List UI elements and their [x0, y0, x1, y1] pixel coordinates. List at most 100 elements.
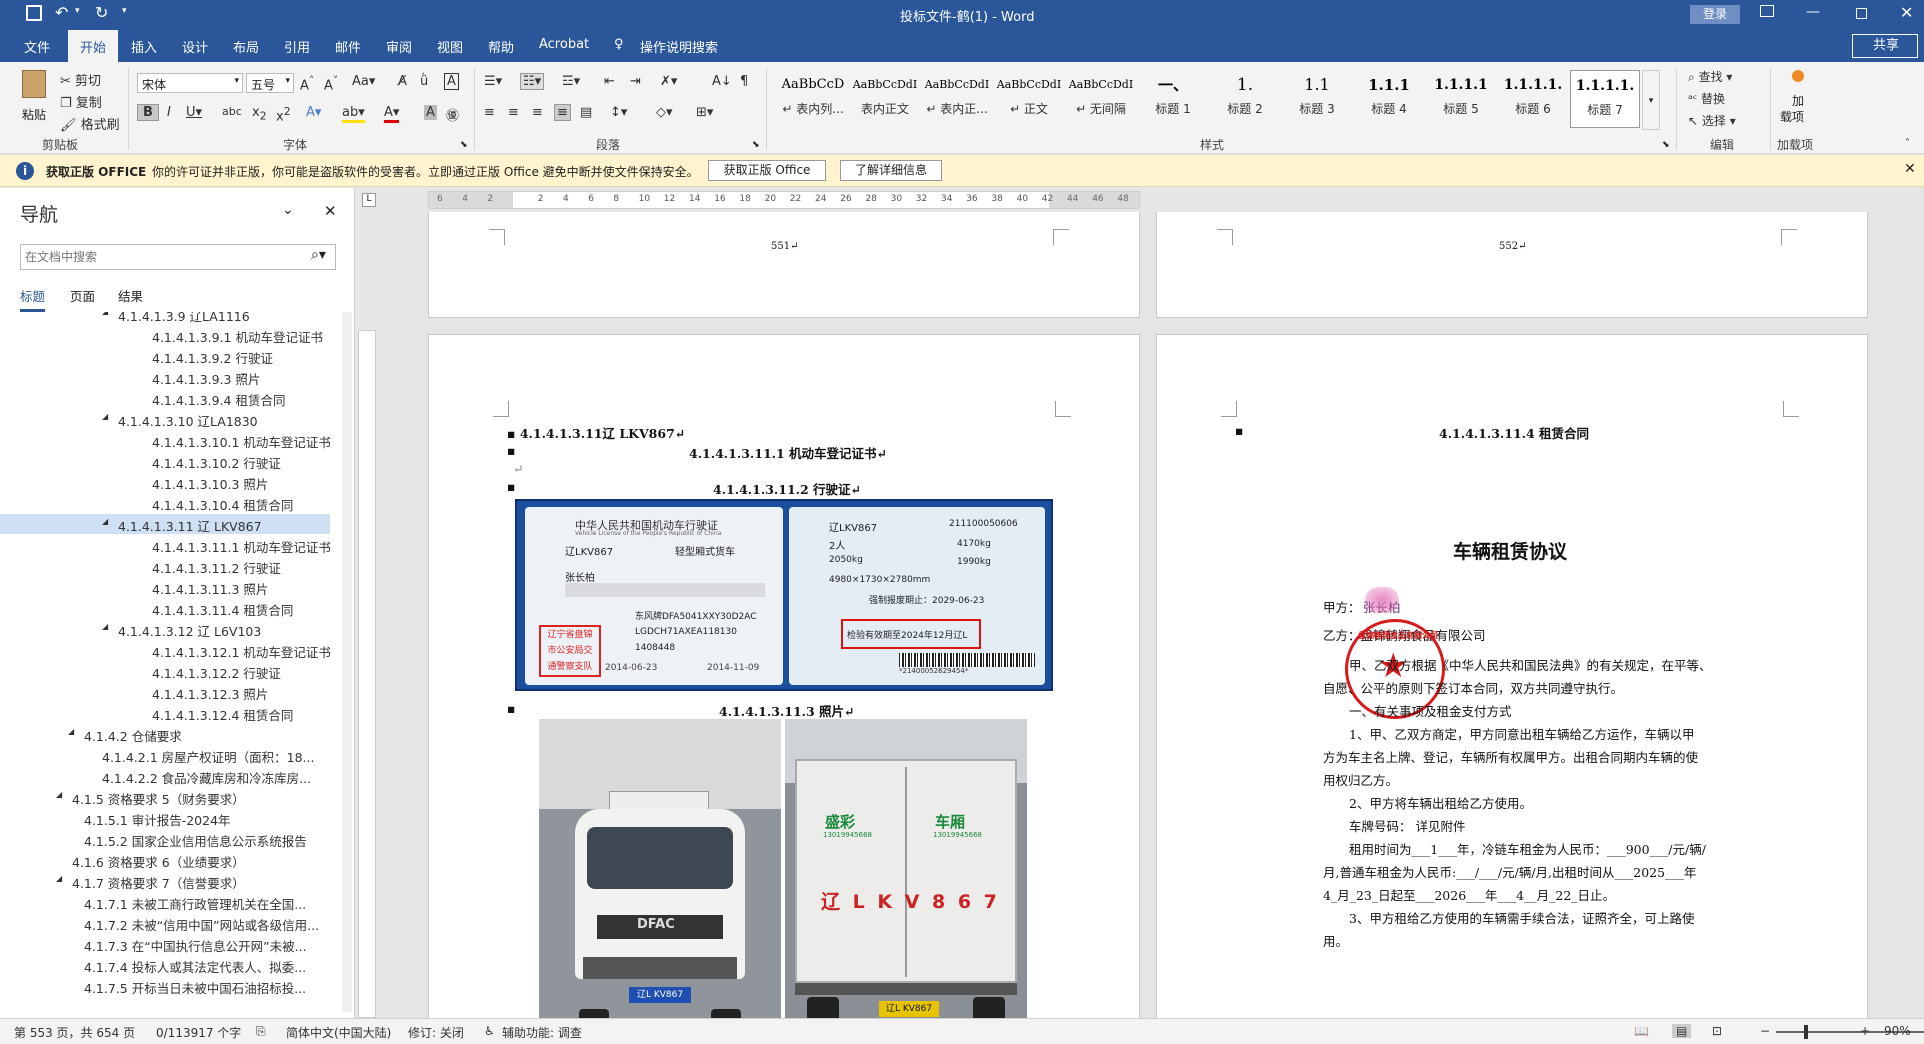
get-genuine-button[interactable]: 获取正版 Office — [708, 160, 826, 181]
word-count[interactable]: 0/113917 个字 — [156, 1024, 241, 1041]
font-size-select[interactable]: 五号 ▾ — [246, 73, 294, 93]
zoom-slider-thumb[interactable] — [1804, 1025, 1808, 1039]
nav-tab-pages[interactable]: 页面 — [70, 286, 95, 305]
nav-heading-item[interactable]: 4.1.4.1.3.10.2 行驶证 — [0, 451, 330, 471]
styles-more-icon[interactable]: ▾ — [1642, 70, 1660, 130]
nav-search-input[interactable] — [25, 248, 295, 266]
expand-caret-icon[interactable]: ◢ — [102, 517, 108, 526]
tab-mailings[interactable]: 邮件 — [335, 37, 361, 56]
share-button[interactable]: 共享 — [1852, 34, 1918, 58]
nav-heading-item[interactable]: 4.1.4.1.3.12.3 照片 — [0, 682, 330, 702]
expand-caret-icon[interactable]: ◢ — [56, 874, 62, 883]
nav-heading-item[interactable]: 4.1.7.3 在“中国执行信息公开网”未被... — [0, 934, 330, 954]
nav-heading-item[interactable]: 4.1.4.1.3.10.1 机动车登记证书 — [0, 430, 331, 450]
nav-heading-item[interactable]: ◢ 4.1.7 资格要求 7（信誉要求） — [0, 871, 330, 891]
highlight-icon[interactable]: ab▾ — [342, 105, 365, 123]
customize-qat-icon[interactable]: ▾ — [122, 6, 127, 16]
tab-layout[interactable]: 布局 — [233, 37, 259, 56]
ruler-toggle-icon[interactable]: L — [362, 193, 376, 207]
page-552[interactable]: 552↵ — [1156, 212, 1868, 318]
nav-heading-item[interactable]: ◢ 4.1.4.1.3.10 辽LA1830 — [0, 409, 330, 429]
nav-heading-item[interactable]: 4.1.7.5 开标当日未被中国石油招标投... — [0, 976, 330, 996]
font-color-icon[interactable]: A▾ — [384, 105, 400, 123]
nav-heading-item[interactable]: 4.1.4.1.3.9.1 机动车登记证书 — [0, 325, 330, 345]
nav-heading-item[interactable]: 4.1.4.1.3.9.3 照片 — [0, 367, 330, 387]
track-changes[interactable]: 修订: 关闭 — [408, 1024, 464, 1041]
nav-heading-item[interactable]: 4.1.4.2.1 房屋产权证明（面积：18... — [0, 745, 330, 765]
tab-home[interactable]: 开始 — [68, 30, 119, 62]
page-554[interactable]: ▪ 4.1.4.1.3.11.4 租赁合同 车辆租赁协议 甲方： 张长柏 乙方：… — [1156, 334, 1868, 1018]
style-item[interactable]: AaBbCcDdI ↵ 表内正... — [922, 70, 992, 128]
select-button[interactable]: ↖ 选择 ▾ — [1688, 112, 1736, 129]
truck-front-photo[interactable]: DFAC 辽L KV867 — [539, 719, 781, 1018]
clear-format-icon[interactable]: A̸ — [398, 74, 407, 89]
learn-more-button[interactable]: 了解详细信息 — [840, 160, 942, 181]
underline-button[interactable]: U▾ — [186, 105, 202, 120]
nav-heading-item[interactable]: 4.1.4.1.3.11.3 照片 — [0, 577, 330, 597]
justify-icon[interactable]: ≡ — [554, 104, 571, 121]
zoom-level[interactable]: 90% — [1884, 1024, 1911, 1038]
show-marks-icon[interactable]: ¶ — [740, 74, 748, 89]
bullets-icon[interactable]: ☰▾ — [484, 74, 502, 89]
distributed-icon[interactable]: ▤ — [580, 105, 592, 120]
close-notice-icon[interactable]: ✕ — [1904, 161, 1916, 177]
increase-indent-icon[interactable]: ⇥ — [630, 74, 641, 89]
page-553[interactable]: ▪ 4.1.4.1.3.11辽 LKV867↵ ▪ 4.1.4.1.3.11.1… — [428, 334, 1140, 1018]
nav-heading-item[interactable]: ◢ 4.1.4.1.3.12 辽 L6V103 — [0, 619, 330, 639]
web-layout-icon[interactable]: ⊡ — [1712, 1024, 1722, 1038]
tab-review[interactable]: 审阅 — [386, 37, 412, 56]
find-button[interactable]: ⌕ 查找 ▾ — [1688, 68, 1732, 85]
grow-font-icon[interactable]: A˄ — [300, 74, 314, 93]
tab-help[interactable]: 帮助 — [488, 37, 514, 56]
copy-button[interactable]: ❐ 复制 — [60, 92, 102, 111]
nav-tab-results[interactable]: 结果 — [118, 286, 143, 305]
sort-icon[interactable]: A↓ — [712, 74, 732, 89]
italic-button[interactable]: I — [167, 105, 171, 120]
zoom-in-icon[interactable]: + — [1860, 1024, 1870, 1038]
text-effects-icon[interactable]: A▾ — [306, 105, 321, 120]
multilevel-list-icon[interactable]: ☲▾ — [562, 74, 580, 89]
save-icon[interactable] — [26, 5, 42, 21]
nav-heading-item[interactable]: 4.1.4.1.3.12.2 行驶证 — [0, 661, 330, 681]
close-window-icon[interactable]: ✕ — [1900, 3, 1913, 22]
nav-tab-headings[interactable]: 标题 — [20, 286, 46, 312]
document-canvas[interactable]: 551↵ 552↵ ▪ 4.1.4.1.3.11辽 LKV867↵ ▪ 4.1.… — [380, 212, 1924, 1018]
change-case-icon[interactable]: Aa▾ — [352, 74, 375, 89]
nav-heading-item[interactable]: ◢ 4.1.5 资格要求 5（财务要求） — [0, 787, 330, 807]
zoom-out-icon[interactable]: − — [1760, 1024, 1770, 1038]
paragraph-shading-icon[interactable]: ◇▾ — [656, 105, 673, 120]
character-border-icon[interactable]: A — [444, 73, 459, 90]
decrease-indent-icon[interactable]: ⇤ — [604, 74, 615, 89]
dialog-launcher-icon[interactable]: ⬊ — [1662, 140, 1670, 150]
nav-heading-item[interactable]: ◢ 4.1.4.2 仓储要求 — [0, 724, 330, 744]
nav-heading-item[interactable]: 4.1.4.1.3.9.2 行驶证 — [0, 346, 330, 366]
collapse-ribbon-icon[interactable]: ˄ — [1905, 138, 1910, 149]
truck-rear-photo[interactable]: 盛彩 车厢 13019945668 13019945668 辽 L K V 8 … — [785, 719, 1027, 1018]
align-left-icon[interactable]: ≡ — [484, 105, 495, 120]
tab-view[interactable]: 视图 — [437, 37, 463, 56]
cut-button[interactable]: ✂ 剪切 — [60, 70, 101, 89]
tell-me-search[interactable]: 操作说明搜索 — [640, 37, 718, 56]
chinese-layout-icon[interactable]: ✗▾ — [660, 74, 677, 89]
accessibility-status[interactable]: 辅助功能: 调查 — [502, 1024, 582, 1041]
shrink-font-icon[interactable]: A˅ — [324, 74, 338, 93]
nav-heading-item[interactable]: 4.1.4.1.3.11.4 租赁合同 — [0, 598, 330, 618]
restore-icon[interactable] — [1856, 8, 1867, 19]
nav-heading-item[interactable]: 4.1.4.1.3.12.4 租赁合同 — [0, 703, 330, 723]
nav-scrollbar[interactable] — [342, 312, 352, 1012]
nav-heading-item[interactable]: 4.1.4.2.2 食品冷藏库房和冷冻库房... — [0, 766, 330, 786]
driving-license-image[interactable]: 中华人民共和国机动车行驶证 Vehicle License of the Peo… — [515, 499, 1053, 691]
strikethrough-button[interactable]: abc — [222, 105, 242, 118]
proofing-icon[interactable]: ⎘ — [256, 1024, 266, 1039]
font-name-select[interactable]: 宋体 ▾ — [137, 73, 243, 93]
expand-caret-icon[interactable]: ◢ — [56, 790, 62, 799]
numbering-icon[interactable]: ☷▾ — [520, 73, 545, 90]
superscript-button[interactable]: x2 — [276, 105, 291, 124]
vertical-ruler[interactable] — [358, 330, 376, 1018]
nav-options-icon[interactable]: ⌄ — [282, 202, 294, 218]
search-icon[interactable]: ⌕▾ — [311, 247, 326, 263]
undo-icon[interactable]: ↶ — [55, 3, 68, 22]
ribbon-display-icon[interactable] — [1760, 5, 1774, 17]
language[interactable]: 简体中文(中国大陆) — [286, 1024, 391, 1041]
style-item-selected[interactable]: 1.1.1.1. 标题 7 — [1570, 70, 1640, 128]
